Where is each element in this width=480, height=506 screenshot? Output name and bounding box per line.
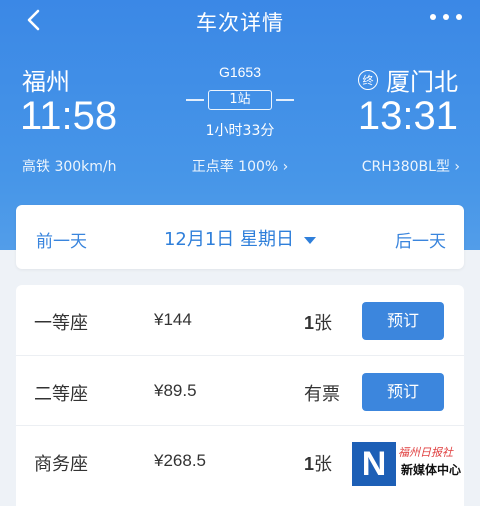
arrival-time: 13:31	[357, 94, 458, 138]
stops-indicator: 1站	[186, 90, 294, 110]
seat-unit: 张	[314, 454, 333, 475]
page-title: 车次详情	[196, 11, 284, 35]
more-button[interactable]	[430, 14, 462, 24]
departure-time: 11:58	[20, 94, 118, 138]
more-dot	[443, 14, 449, 20]
seat-count: 1	[304, 454, 315, 474]
seat-row-first-class: 一等座 ¥144 1张 预订	[16, 285, 464, 357]
more-dot	[456, 14, 462, 20]
seat-availability: 1张	[304, 450, 332, 476]
seat-price: ¥268.5	[154, 451, 206, 470]
seat-class: 二等座	[34, 384, 88, 405]
seat-availability: 1张	[304, 309, 332, 335]
seat-row-second-class: 二等座 ¥89.5 有票 预订	[16, 355, 464, 427]
media-watermark: N 福州日报社 新媒体中心	[352, 442, 480, 506]
seat-unit: 有票	[304, 384, 340, 405]
more-dots-icon	[430, 14, 436, 20]
route-line-right	[276, 99, 294, 101]
seat-price: ¥144	[154, 310, 192, 329]
watermark-publisher: 福州日报社	[398, 446, 453, 459]
seat-count: 1	[304, 313, 315, 333]
nav-bar: 车次详情	[0, 0, 480, 44]
seat-class: 商务座	[34, 454, 88, 475]
book-button[interactable]: 预订	[362, 302, 444, 340]
watermark-logo: N	[352, 442, 396, 486]
date-selector-card: 前一天 12月1日 星期日 后一天	[16, 205, 464, 269]
train-number: G1653	[218, 64, 262, 80]
seat-price: ¥89.5	[154, 381, 197, 400]
next-day-button[interactable]: 后一天	[395, 227, 446, 252]
book-button[interactable]: 预订	[362, 373, 444, 411]
train-model-link[interactable]: CRH380BL型 ›	[362, 156, 460, 176]
seat-class: 一等座	[34, 313, 88, 334]
route-line-left	[186, 99, 204, 101]
selected-date: 12月1日 星期日	[163, 229, 295, 250]
caret-down-icon	[304, 236, 317, 244]
watermark-center: 新媒体中心	[398, 460, 465, 479]
seat-unit: 张	[314, 313, 333, 334]
seat-availability: 有票	[304, 380, 340, 406]
stops-button[interactable]: 1站	[208, 90, 272, 110]
